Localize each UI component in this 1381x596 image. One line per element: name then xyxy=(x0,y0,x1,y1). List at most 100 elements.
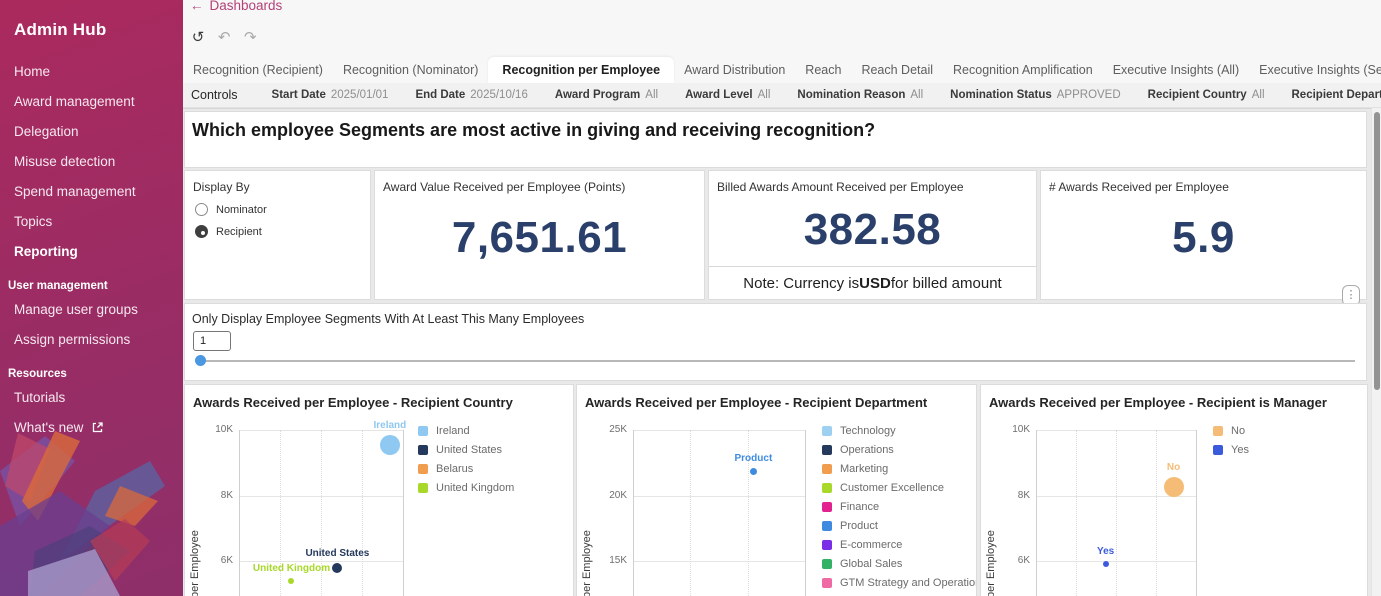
legend-item[interactable]: Marketing xyxy=(822,459,977,478)
radio-option-recipient[interactable]: Recipient xyxy=(195,225,370,238)
kpi-awards-count-card: # Awards Received per Employee 5.9 ⋮ xyxy=(1040,170,1367,300)
gridline-vertical xyxy=(403,430,404,596)
sidebar-item-spend-management[interactable]: Spend management xyxy=(0,176,183,206)
filter-label: Nomination Status xyxy=(950,89,1052,101)
reset-icon[interactable]: ↺ xyxy=(188,28,208,46)
filter-label: End Date xyxy=(415,89,465,101)
segment-count-input[interactable] xyxy=(193,331,231,351)
data-point-yes[interactable] xyxy=(1103,561,1109,567)
sidebar-item-tutorials[interactable]: Tutorials xyxy=(0,382,183,412)
sidebar-item-delegation[interactable]: Delegation xyxy=(0,116,183,146)
legend-item[interactable]: No xyxy=(1213,421,1249,440)
gridline-vertical xyxy=(1076,430,1077,596)
tab-executive-insights-select-department[interactable]: Executive Insights (Select Department) xyxy=(1249,57,1381,83)
chart-plot-area: Product xyxy=(633,430,805,596)
chart-recipient-country: Awards Received per Employee - Recipient… xyxy=(184,384,574,596)
vertical-scrollbar[interactable] xyxy=(1371,108,1381,596)
data-point-no[interactable] xyxy=(1164,477,1184,497)
scrollbar-thumb[interactable] xyxy=(1374,112,1380,390)
data-point-ireland[interactable] xyxy=(380,435,400,455)
chart-legend: Ireland United States BelarusUnited Kingdo… xyxy=(418,421,514,497)
tab-award-distribution[interactable]: Award Distribution xyxy=(674,57,795,83)
tab-recognition-amplification[interactable]: Recognition Amplification xyxy=(943,57,1103,83)
segment-slider-track[interactable] xyxy=(200,360,1355,362)
tab-reach[interactable]: Reach xyxy=(795,57,851,83)
back-arrow-icon[interactable]: ← xyxy=(190,0,204,13)
radio-unselected-icon[interactable] xyxy=(195,203,208,216)
legend-swatch xyxy=(822,540,832,550)
sidebar-item-reporting[interactable]: Reporting xyxy=(0,236,183,266)
legend-item[interactable]: Yes xyxy=(1213,440,1249,459)
legend-item[interactable]: E-commerce xyxy=(822,535,977,554)
legend-item[interactable]: Finance xyxy=(822,497,977,516)
data-point-label: United States xyxy=(277,548,397,559)
filter-award-program[interactable]: Award ProgramAll xyxy=(555,89,658,101)
legend-label: United States xyxy=(436,444,502,456)
chart-title: Awards Received per Employee - Recipient… xyxy=(577,385,976,410)
sidebar-item-topics[interactable]: Topics xyxy=(0,206,183,236)
kpi-award-value-card: Award Value Received per Employee (Point… xyxy=(374,170,705,300)
y-axis-tick: 20K xyxy=(599,490,627,501)
legend-item[interactable]: GTM Strategy and Operations xyxy=(822,573,977,592)
app-title: Admin Hub xyxy=(0,0,183,40)
redo-icon[interactable]: ↷ xyxy=(240,28,260,46)
sidebar-item-whats-new[interactable]: What's new xyxy=(0,412,183,442)
legend-label: Product xyxy=(840,520,878,532)
data-point-united-kingdom[interactable] xyxy=(288,578,294,584)
data-point-product[interactable] xyxy=(750,468,757,475)
chart-plot-area: NoYes xyxy=(1036,430,1196,596)
sidebar-item-award-management[interactable]: Award management xyxy=(0,86,183,116)
filter-award-level[interactable]: Award LevelAll xyxy=(685,89,770,101)
legend-item[interactable]: Technology xyxy=(822,421,977,440)
legend-item[interactable]: Product xyxy=(822,516,977,535)
segment-slider-thumb[interactable] xyxy=(195,355,206,366)
radio-selected-icon[interactable] xyxy=(195,225,208,238)
filter-label: Recipient Department xyxy=(1292,89,1381,101)
legend-swatch xyxy=(822,483,832,493)
filter-nomination-reason[interactable]: Nomination ReasonAll xyxy=(797,89,923,101)
chart-recipient-is-manager: Awards Received per Employee - Recipient… xyxy=(980,384,1368,596)
filter-recipient-country[interactable]: Recipient CountryAll xyxy=(1148,89,1265,101)
legend-swatch xyxy=(822,521,832,531)
tab-recognition-per-employee[interactable]: Recognition per Employee xyxy=(488,57,674,83)
segment-filter-card: Only Display Employee Segments With At L… xyxy=(184,303,1367,381)
display-by-title: Display By xyxy=(185,171,370,194)
whats-new-label: What's new xyxy=(14,420,83,435)
legend-item[interactable]: Ireland xyxy=(418,421,514,440)
legend-item[interactable]: United States xyxy=(418,440,514,459)
tab-recognition-recipient[interactable]: Recognition (Recipient) xyxy=(183,57,333,83)
kpi-value: 5.9 xyxy=(1041,213,1366,263)
filter-end-date[interactable]: End Date2025/10/16 xyxy=(415,89,527,101)
legend-swatch xyxy=(418,464,428,474)
legend-label: GTM Strategy and Operations xyxy=(840,577,977,589)
filter-value: All xyxy=(645,89,658,101)
legend-label: Customer Excellence xyxy=(840,482,944,494)
chart-title: Awards Received per Employee - Recipient… xyxy=(981,385,1367,410)
data-point-label: No xyxy=(1114,462,1234,473)
tab-reach-detail[interactable]: Reach Detail xyxy=(851,57,943,83)
undo-icon[interactable]: ↶ xyxy=(214,28,234,46)
sidebar-item-assign-permissions[interactable]: Assign permissions xyxy=(0,324,183,354)
radio-option-nominator[interactable]: Nominator xyxy=(195,203,370,216)
kpi-billed-amount-card: Billed Awards Amount Received per Employ… xyxy=(708,170,1037,300)
legend-item[interactable]: Global Sales xyxy=(822,554,977,573)
filter-value: All xyxy=(1252,89,1265,101)
tab-recognition-nominator[interactable]: Recognition (Nominator) xyxy=(333,57,488,83)
filter-start-date[interactable]: Start Date2025/01/01 xyxy=(272,89,389,101)
legend-item[interactable]: Operations xyxy=(822,440,977,459)
legend-item[interactable]: Belarus xyxy=(418,459,514,478)
filter-recipient-department[interactable]: Recipient DepartmentAll xyxy=(1292,89,1381,101)
tab-executive-insights-all[interactable]: Executive Insights (All) xyxy=(1103,57,1249,83)
sidebar-item-misuse-detection[interactable]: Misuse detection xyxy=(0,146,183,176)
sidebar-item-home[interactable]: Home xyxy=(0,56,183,86)
gridline-vertical xyxy=(1156,430,1157,596)
sidebar-item-manage-user-groups[interactable]: Manage user groups xyxy=(0,294,183,324)
gridline-horizontal xyxy=(633,561,805,562)
filter-label: Award Level xyxy=(685,89,753,101)
legend-item[interactable]: United Kingdom xyxy=(418,478,514,497)
legend-item[interactable]: Customer Excellence xyxy=(822,478,977,497)
y-axis-tick: 8K xyxy=(205,490,233,501)
breadcrumb[interactable]: ←Dashboards xyxy=(190,0,282,13)
y-axis-label: per Employee xyxy=(581,530,593,596)
filter-nomination-status[interactable]: Nomination StatusAPPROVED xyxy=(950,89,1121,101)
